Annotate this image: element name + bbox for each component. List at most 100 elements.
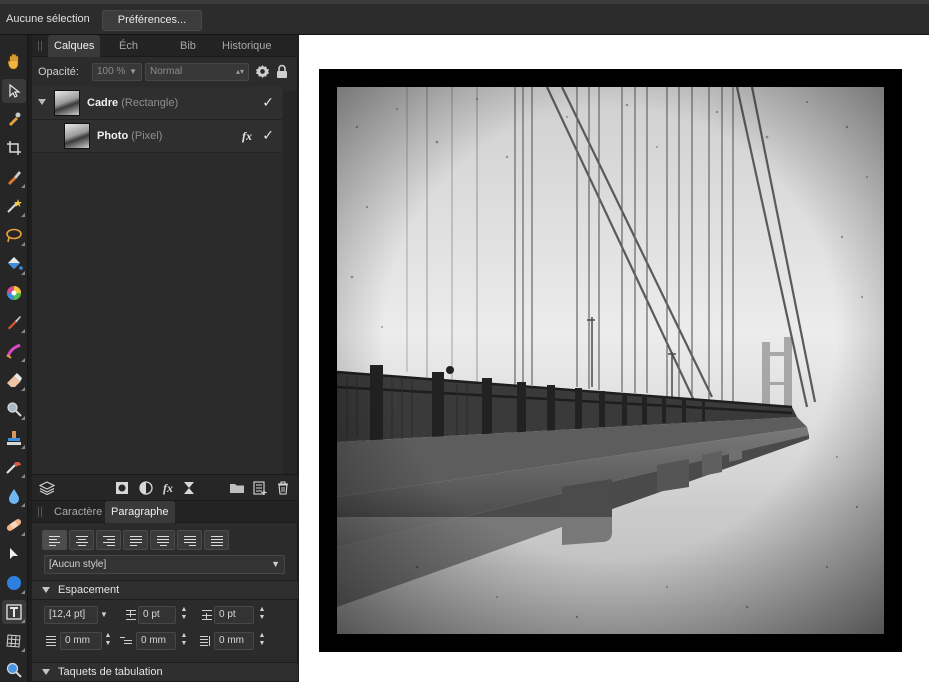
- stepper-icon[interactable]: ▲ ▼: [180, 632, 188, 650]
- visibility-check-icon[interactable]: ✓: [262, 127, 274, 144]
- stepper-icon[interactable]: ▲ ▼: [180, 606, 188, 624]
- layer-name-cadre: Cadre (Rectangle): [87, 97, 179, 109]
- new-layer-icon[interactable]: [252, 480, 268, 496]
- fx-icon[interactable]: fx: [242, 129, 252, 144]
- pixel-brush-icon[interactable]: [2, 310, 26, 334]
- healing-icon[interactable]: [2, 513, 26, 537]
- text-frame-icon[interactable]: [2, 600, 26, 624]
- chevron-down-icon: ▼: [271, 559, 280, 569]
- zoom-icon[interactable]: [2, 397, 26, 421]
- tab-calques[interactable]: Calques: [48, 35, 101, 57]
- eraser-icon[interactable]: [2, 368, 26, 392]
- bridge-illustration: [337, 87, 884, 634]
- disclosure-triangle-icon[interactable]: [38, 99, 46, 105]
- text-panel-tabs: Caractère Paragraphe: [32, 501, 298, 523]
- layer-thumbnail: [54, 90, 80, 116]
- blur-drop-icon[interactable]: [2, 484, 26, 508]
- tab-historique[interactable]: Historique: [216, 35, 278, 57]
- align-left-button[interactable]: [42, 530, 67, 550]
- space-after-icon: [200, 608, 214, 622]
- view-zoom-icon[interactable]: [2, 658, 26, 682]
- updown-chevron-icon: ▴▾: [235, 67, 244, 76]
- hand-tool-icon[interactable]: [2, 49, 26, 73]
- align-center-button[interactable]: [69, 530, 94, 550]
- space-before-field[interactable]: 0 pt: [138, 606, 176, 624]
- right-indent-icon: [198, 634, 212, 648]
- lock-icon[interactable]: [276, 64, 288, 82]
- layer-thumbnail: [64, 123, 90, 149]
- layer-row-cadre[interactable]: Cadre (Rectangle) ✓: [32, 87, 282, 120]
- first-line-indent-icon: [120, 634, 134, 648]
- hourglass-icon[interactable]: [181, 480, 197, 496]
- crop-tool-icon[interactable]: [2, 136, 26, 160]
- justify-left-button[interactable]: [123, 530, 148, 550]
- layers-scrollbar[interactable]: [283, 91, 297, 509]
- align-right-button[interactable]: [96, 530, 121, 550]
- menu-strip: [0, 0, 929, 4]
- paint-brush-icon[interactable]: [2, 165, 26, 189]
- preferences-button[interactable]: Préférences...: [102, 10, 202, 31]
- color-wheel-icon[interactable]: [2, 281, 26, 305]
- spacing-section-header[interactable]: Espacement: [32, 580, 298, 600]
- fx-icon[interactable]: fx: [160, 480, 176, 496]
- adjustment-icon[interactable]: [138, 480, 154, 496]
- disclosure-triangle-icon: [42, 587, 50, 593]
- leading-field[interactable]: [12,4 pt]: [44, 606, 98, 624]
- blend-mode-select[interactable]: Normal ▴▾: [145, 63, 249, 81]
- mask-icon[interactable]: [114, 480, 130, 496]
- stepper-icon[interactable]: ▲ ▼: [258, 632, 266, 650]
- clone-stamp-icon[interactable]: [2, 426, 26, 450]
- document-canvas[interactable]: [299, 35, 929, 682]
- justify-right-button[interactable]: [177, 530, 202, 550]
- context-toolbar: Aucune sélection Préférences...: [0, 0, 929, 35]
- space-after-field[interactable]: 0 pt: [214, 606, 254, 624]
- tab-paragraphe[interactable]: Paragraphe: [105, 501, 175, 523]
- right-indent-field[interactable]: 0 mm: [214, 632, 254, 650]
- tab-stops-section-header[interactable]: Taquets de tabulation: [32, 662, 298, 682]
- studio-panel: Calques Éch Bib Historique Opacité: 100 …: [32, 35, 298, 682]
- paragraph-style-select[interactable]: [Aucun style] ▼: [44, 555, 285, 574]
- opacity-field[interactable]: 100 % ▼: [92, 63, 142, 81]
- layers-footer: fx: [32, 474, 298, 501]
- panel-grip-icon[interactable]: [38, 41, 42, 51]
- left-indent-field[interactable]: 0 mm: [60, 632, 102, 650]
- shape-icon[interactable]: [2, 571, 26, 595]
- bridge-photo[interactable]: [337, 87, 884, 634]
- gradient-brush-icon[interactable]: [2, 339, 26, 363]
- layers-stack-icon[interactable]: [39, 480, 55, 496]
- layer-row-photo[interactable]: Photo (Pixel) fx ✓: [32, 120, 282, 153]
- tab-bib[interactable]: Bib: [174, 35, 202, 57]
- group-folder-icon[interactable]: [229, 480, 245, 496]
- chevron-down-icon: ▼: [129, 67, 137, 76]
- gear-icon[interactable]: [255, 64, 270, 82]
- trash-icon[interactable]: [275, 480, 291, 496]
- layers-panel-tabs: Calques Éch Bib Historique: [32, 35, 298, 57]
- first-line-indent-field[interactable]: 0 mm: [136, 632, 176, 650]
- justify-center-button[interactable]: [150, 530, 175, 550]
- justify-all-button[interactable]: [204, 530, 229, 550]
- color-picker-icon[interactable]: [2, 107, 26, 131]
- pointer-icon[interactable]: [2, 542, 26, 566]
- tab-ech[interactable]: Éch: [113, 35, 144, 57]
- left-indent-icon: [44, 634, 58, 648]
- spacing-section-title: Espacement: [58, 584, 120, 596]
- blend-mode-value: Normal: [150, 66, 183, 77]
- layer-name-photo: Photo (Pixel): [97, 130, 163, 142]
- frame-rectangle[interactable]: [319, 69, 902, 652]
- space-before-icon: [124, 608, 138, 622]
- opacity-row: Opacité: 100 % ▼ Normal ▴▾: [32, 60, 298, 84]
- visibility-check-icon[interactable]: ✓: [262, 94, 274, 111]
- smudge-icon[interactable]: [2, 455, 26, 479]
- lasso-icon[interactable]: [2, 223, 26, 247]
- chevron-down-icon[interactable]: ▼: [100, 606, 108, 624]
- stepper-icon[interactable]: ▲ ▼: [104, 632, 112, 650]
- panel-grip-icon[interactable]: [38, 507, 42, 517]
- mesh-warp-icon[interactable]: [2, 629, 26, 653]
- move-tool-icon[interactable]: [2, 79, 26, 103]
- fill-bucket-icon[interactable]: [2, 252, 26, 276]
- tab-stops-section-title: Taquets de tabulation: [58, 666, 163, 678]
- stepper-icon[interactable]: ▲ ▼: [258, 606, 266, 624]
- disclosure-triangle-icon: [42, 669, 50, 675]
- tab-caractere[interactable]: Caractère: [48, 501, 108, 523]
- magic-wand-icon[interactable]: [2, 194, 26, 218]
